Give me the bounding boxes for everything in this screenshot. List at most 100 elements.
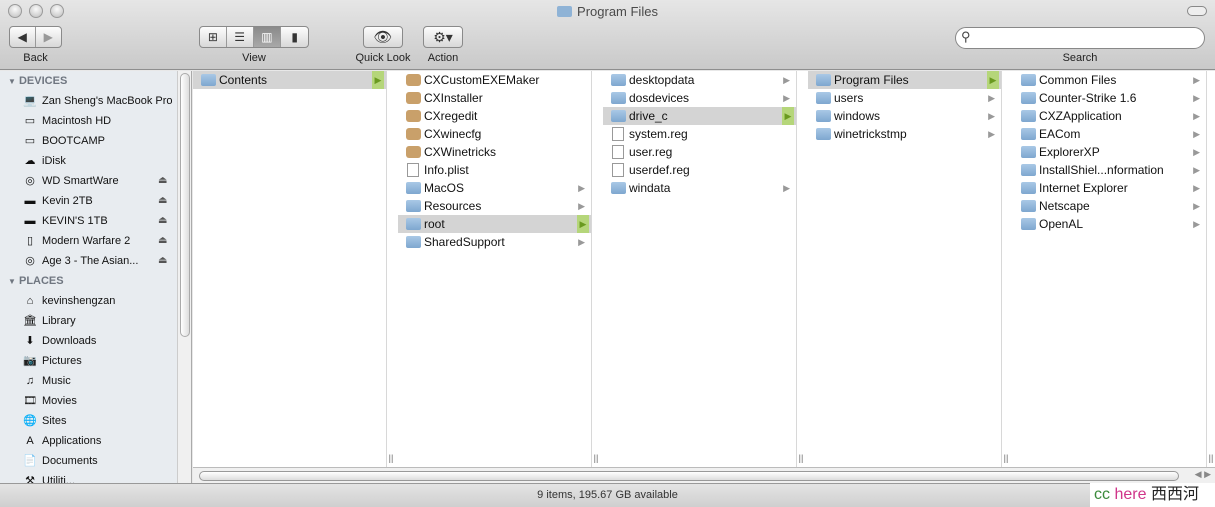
sidebar: ▼ DEVICES 💻 Zan Sheng's MacBook Pro ▭ Macint… [0,71,192,483]
item-label: ExplorerXP [1039,145,1100,159]
disclosure-triangle-icon[interactable]: ▼ [8,77,16,86]
folder-item[interactable]: CXZApplication ▶ [1013,107,1206,125]
sidebar-section-places[interactable]: ▼ PLACES [0,271,191,291]
eject-icon[interactable]: ⏏ [158,251,167,271]
folder-item[interactable]: ExplorerXP ▶ [1013,143,1206,161]
file-item[interactable]: user.reg [603,143,796,161]
eject-icon[interactable]: ⏏ [158,211,167,231]
folder-item[interactable]: Program Files ▶ [808,71,1001,89]
column-resize-handle[interactable]: || [386,453,396,463]
folder-item[interactable]: Resources ▶ [398,197,591,215]
sidebar-scrollbar[interactable] [177,71,191,483]
item-label: MacOS [424,181,465,195]
folder-item[interactable]: users ▶ [808,89,1001,107]
action-label: Action [427,52,459,64]
sidebar-scroll-thumb[interactable] [180,73,190,337]
list-view-button[interactable]: ☰ [227,27,254,47]
eject-icon[interactable]: ⏏ [158,171,167,191]
action-button[interactable]: ⚙▾ [423,26,463,48]
eject-icon[interactable]: ⏏ [158,191,167,211]
sidebar-item[interactable]: A Applications [0,431,191,451]
sidebar-item[interactable]: 🏛 Library [0,311,191,331]
folder-icon [611,74,626,86]
horizontal-scrollbar[interactable]: ◀ ▶ [193,467,1215,483]
sidebar-item[interactable]: ⬇ Downloads [0,331,191,351]
sidebar-item[interactable]: 🎞 Movies [0,391,191,411]
file-item[interactable]: system.reg [603,125,796,143]
search-input[interactable]: ⚲ [955,27,1205,49]
horizontal-scroll-thumb[interactable] [199,471,1179,481]
back-button[interactable]: ◀ [10,27,36,47]
folder-icon [816,128,831,140]
sidebar-item[interactable]: 📷 Pictures [0,351,191,371]
column-resize-handle[interactable]: || [1206,453,1215,463]
cover-flow-button[interactable]: ▮ [281,27,308,47]
sidebar-item[interactable]: ◎ WD SmartWare ⏏ [0,171,191,191]
eject-icon[interactable]: ⏏ [158,231,167,251]
folder-item[interactable]: winetrickstmp ▶ [808,125,1001,143]
file-item[interactable]: userdef.reg [603,161,796,179]
file-item[interactable]: CXCustomEXEMaker [398,71,591,89]
sidebar-item-label: iDisk [42,155,66,167]
item-label: OpenAL [1039,217,1084,231]
column-view-button[interactable]: ▥ [253,27,282,47]
folder-item[interactable]: windata ▶ [603,179,796,197]
folder-item[interactable]: dosdevices ▶ [603,89,796,107]
folder-item[interactable]: MacOS ▶ [398,179,591,197]
sidebar-item[interactable]: ▭ BOOTCAMP [0,131,191,151]
sidebar-item[interactable]: ▭ Macintosh HD [0,111,191,131]
sidebar-item[interactable]: ▬ KEVIN'S 1TB ⏏ [0,211,191,231]
folder-icon [1021,74,1036,86]
sidebar-item[interactable]: ⚒ Utiliti... [0,471,191,483]
sidebar-item[interactable]: ☁ iDisk [0,151,191,171]
external-drive-icon: ▬ [24,195,36,207]
sidebar-item[interactable]: ▯ Modern Warfare 2 ⏏ [0,231,191,251]
folder-icon [1021,218,1036,230]
column-resize-handle[interactable]: || [591,453,601,463]
sidebar-section-devices[interactable]: ▼ DEVICES [0,71,191,91]
folder-item[interactable]: Contents ▶ [193,71,386,89]
item-label: Resources [424,199,482,213]
sidebar-item[interactable]: 🌐 Sites [0,411,191,431]
applications-icon: A [26,435,34,447]
file-item[interactable]: CXInstaller [398,89,591,107]
file-item[interactable]: CXWinetricks [398,143,591,161]
sidebar-item[interactable]: ◎ Age 3 - The Asian... ⏏ [0,251,191,271]
scroll-arrows[interactable]: ◀ ▶ [1195,469,1211,480]
folder-item[interactable]: windows ▶ [808,107,1001,125]
file-item[interactable]: CXregedit [398,107,591,125]
folder-item[interactable]: desktopdata ▶ [603,71,796,89]
file-item[interactable]: CXwinecfg [398,125,591,143]
disclosure-triangle-icon[interactable]: ▼ [8,277,16,286]
forward-button[interactable]: ▶ [36,27,61,47]
pictures-icon: 📷 [23,355,37,367]
sidebar-item[interactable]: ⌂ kevinshengzan [0,291,191,311]
document-icon [612,145,624,159]
folder-icon [557,6,573,17]
toolbar-toggle-button[interactable] [1187,6,1207,16]
sidebar-item[interactable]: 💻 Zan Sheng's MacBook Pro [0,91,191,111]
folder-item[interactable]: Netscape ▶ [1013,197,1206,215]
folder-item[interactable]: drive_c ▶ [603,107,796,125]
icon-view-button[interactable]: ⊞ [200,27,227,47]
disk-image-icon: ▯ [26,235,34,247]
sidebar-item[interactable]: ♫ Music [0,371,191,391]
sidebar-item[interactable]: 📄 Documents [0,451,191,471]
item-label: InstallShiel...nformation [1039,163,1164,177]
sidebar-item[interactable]: ▬ Kevin 2TB ⏏ [0,191,191,211]
folder-item[interactable]: OpenAL ▶ [1013,215,1206,233]
folder-item[interactable]: SharedSupport ▶ [398,233,591,251]
file-item[interactable]: Info.plist [398,161,591,179]
folder-icon [1021,146,1036,158]
column-resize-handle[interactable]: || [796,453,806,463]
column-resize-handle[interactable]: || [1001,453,1011,463]
folder-item[interactable]: EACom ▶ [1013,125,1206,143]
folder-item[interactable]: Internet Explorer ▶ [1013,179,1206,197]
folder-item[interactable]: root ▶ [398,215,591,233]
disclosure-arrow-icon: ▶ [1193,111,1200,121]
quick-look-button[interactable]: 👁 [363,26,403,48]
item-label: CXZApplication [1039,109,1122,123]
folder-item[interactable]: Counter-Strike 1.6 ▶ [1013,89,1206,107]
folder-item[interactable]: InstallShiel...nformation ▶ [1013,161,1206,179]
folder-item[interactable]: Common Files ▶ [1013,71,1206,89]
